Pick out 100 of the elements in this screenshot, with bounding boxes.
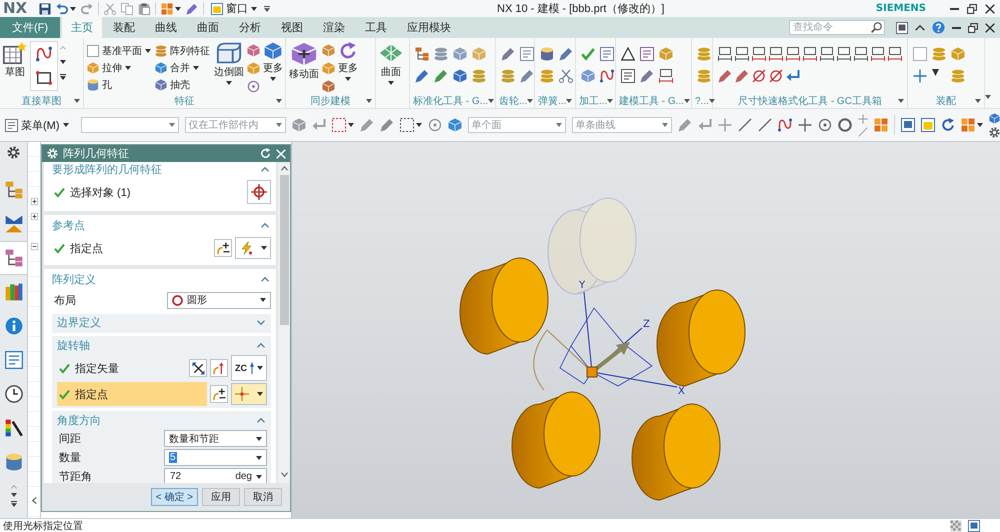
dimension-icon[interactable] xyxy=(735,47,749,61)
section-title[interactable]: 阵列定义 xyxy=(52,272,96,286)
ribbon-button[interactable]: 孔 xyxy=(86,77,113,93)
caret-icon[interactable] xyxy=(527,99,534,103)
triangle-icon[interactable] xyxy=(621,47,635,61)
pencil-icon[interactable] xyxy=(415,69,429,83)
caret-icon[interactable] xyxy=(193,66,199,70)
line-icon[interactable] xyxy=(738,118,752,132)
clipboard-icon[interactable] xyxy=(138,2,150,14)
restore-icon[interactable] xyxy=(967,4,977,14)
curve-icon[interactable] xyxy=(778,118,792,132)
reverse-direction-button[interactable] xyxy=(189,359,207,377)
scissors-icon[interactable] xyxy=(559,69,573,83)
ribbon-tab[interactable]: 曲线 xyxy=(146,17,186,38)
target-icon[interactable] xyxy=(428,118,442,132)
point-dialog-button[interactable] xyxy=(210,385,228,403)
cube-icon[interactable] xyxy=(988,112,1000,124)
menu-button[interactable]: 菜单(M) xyxy=(5,118,68,132)
vector-type-dropdown[interactable]: ZC xyxy=(231,355,267,381)
dimension-icon[interactable] xyxy=(752,47,766,61)
dimension-icon[interactable] xyxy=(837,47,851,61)
ribbon-button[interactable]: 阵列特征 xyxy=(154,43,211,59)
chevron-up-icon[interactable] xyxy=(261,276,269,282)
minimize-icon[interactable] xyxy=(952,26,961,28)
cube-icon[interactable] xyxy=(448,118,462,132)
chevron-up-icon[interactable] xyxy=(257,342,265,348)
screen-icon[interactable] xyxy=(896,22,908,34)
dashed-rectangle-icon[interactable] xyxy=(332,118,346,132)
caret-icon[interactable] xyxy=(276,99,282,103)
chevron-left-icon[interactable] xyxy=(32,497,36,504)
pencil-icon[interactable] xyxy=(380,118,394,132)
point-type-dropdown[interactable] xyxy=(231,383,267,405)
plus-icon[interactable] xyxy=(798,118,812,132)
grid-icon[interactable] xyxy=(874,118,888,132)
select-object-button[interactable] xyxy=(247,180,271,204)
caret-icon[interactable] xyxy=(74,99,80,103)
pencil-icon[interactable] xyxy=(559,47,573,61)
document-icon[interactable] xyxy=(520,47,534,61)
cube-icon[interactable] xyxy=(247,44,260,57)
dialog-button[interactable]: 应用 xyxy=(202,488,240,506)
cube-icon[interactable] xyxy=(453,69,467,83)
caret-icon[interactable] xyxy=(175,6,182,10)
gear-icon[interactable] xyxy=(7,146,20,158)
caret-icon[interactable] xyxy=(145,49,151,53)
expand-icon[interactable] xyxy=(30,198,38,205)
caret-icon[interactable] xyxy=(388,81,394,85)
ring-icon[interactable] xyxy=(838,118,852,132)
ribbon-button[interactable]: 更多 xyxy=(337,41,359,82)
caret-icon[interactable] xyxy=(976,123,982,127)
dashed-rectangle-icon[interactable] xyxy=(400,118,414,132)
caret-icon[interactable] xyxy=(60,74,66,80)
screen-icon[interactable] xyxy=(900,118,914,132)
coin-stack-icon[interactable] xyxy=(434,47,448,61)
ribbon-button[interactable]: 移动面 xyxy=(288,41,320,81)
ribbon-tab[interactable]: 曲面 xyxy=(188,17,228,38)
close-icon[interactable] xyxy=(985,22,995,32)
rectangle-icon[interactable] xyxy=(36,70,52,86)
save-icon[interactable] xyxy=(39,2,52,14)
plus-icon[interactable] xyxy=(913,69,927,83)
dimension-icon[interactable] xyxy=(718,47,732,61)
caret-icon[interactable] xyxy=(257,366,263,370)
caret-icon[interactable] xyxy=(366,99,372,103)
caret-icon[interactable] xyxy=(257,392,263,396)
plus-icon[interactable] xyxy=(858,114,868,124)
dialog-button[interactable]: < 确定 > xyxy=(150,488,198,506)
caret-icon[interactable] xyxy=(256,456,262,460)
target-icon[interactable] xyxy=(818,118,832,132)
checker-icon[interactable] xyxy=(950,520,962,532)
caret-icon[interactable] xyxy=(566,99,572,103)
ribbon-button[interactable]: 曲面 xyxy=(378,41,404,86)
target-icon[interactable] xyxy=(247,80,260,93)
diameter-icon[interactable] xyxy=(769,69,783,83)
pencil-icon[interactable] xyxy=(186,2,198,14)
ribbon-button[interactable]: 基准平面 xyxy=(86,43,152,59)
cube-icon[interactable] xyxy=(322,80,335,93)
ribbon-tab[interactable]: 应用模块 xyxy=(398,17,460,38)
ribbon-button[interactable]: 抽壳 xyxy=(154,77,191,93)
caret-icon[interactable] xyxy=(60,60,66,64)
chevron-up-icon[interactable] xyxy=(915,24,925,30)
dimension-icon[interactable] xyxy=(820,47,834,61)
dimension-icon[interactable] xyxy=(803,47,817,61)
caret-icon[interactable] xyxy=(416,123,422,127)
curve-icon[interactable] xyxy=(600,69,614,83)
caret-icon[interactable] xyxy=(70,6,76,10)
help-icon[interactable] xyxy=(932,21,945,34)
section-title[interactable]: 要形成阵列的几何特征 xyxy=(52,162,162,177)
dimension-icon[interactable] xyxy=(786,47,800,61)
ribbon-tab[interactable]: 分析 xyxy=(230,17,270,38)
screen-icon[interactable] xyxy=(968,520,980,532)
gear-icon[interactable] xyxy=(988,126,1000,138)
dimension-icon[interactable] xyxy=(871,47,885,61)
check-icon[interactable] xyxy=(581,47,595,61)
chevron-down-icon[interactable] xyxy=(257,320,265,325)
pencil-icon[interactable] xyxy=(718,69,732,83)
minimize-icon[interactable] xyxy=(950,8,959,10)
ribbon-tab[interactable]: 装配 xyxy=(104,17,144,38)
caret-icon[interactable] xyxy=(62,123,68,127)
dimension-icon[interactable] xyxy=(659,69,673,83)
ribbon-button[interactable]: 边倒圆 xyxy=(213,41,245,86)
dimension-icon[interactable] xyxy=(769,47,783,61)
